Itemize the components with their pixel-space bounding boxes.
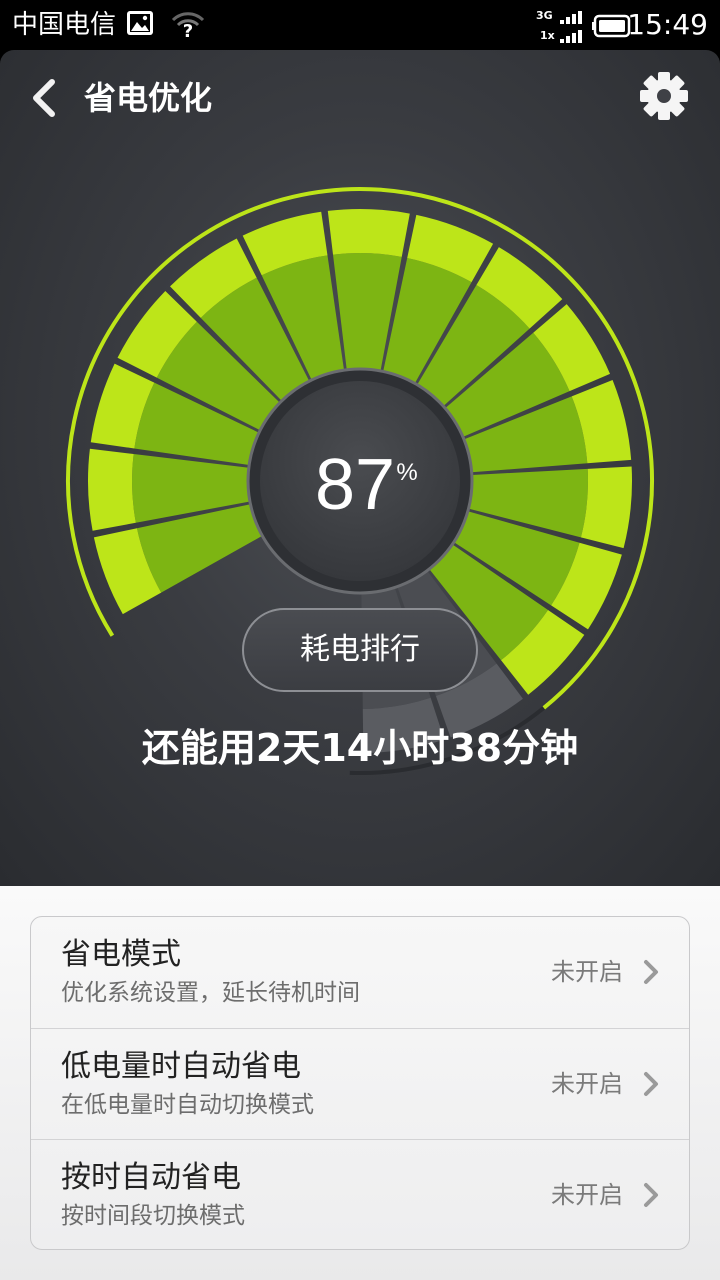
svg-text:?: ? [183,21,193,38]
setting-title: 低电量时自动省电 [61,1049,301,1084]
setting-row-low-battery-auto-save[interactable]: 低电量时自动省电 在低电量时自动切换模式 未开启 [31,1028,689,1140]
battery-percent-unit: % [396,459,417,486]
battery-panel: 省电优化 87 % 耗电排行 还能用2天14小时38分钟 [0,50,720,886]
remaining-time: 还能用2天14小时38分钟 [141,726,579,770]
setting-subtitle: 优化系统设置，延长待机时间 [61,980,360,1006]
setting-row-scheduled-auto-save[interactable]: 按时自动省电 按时间段切换模式 未开启 [31,1139,689,1249]
setting-status: 未开启 [551,1070,623,1098]
status-bar: 中国电信 ? 3G 1x 15:49 [0,0,720,50]
settings-list: 省电模式 优化系统设置，延长待机时间 未开启 低电量时自动省电 在低电量时自动切… [30,916,690,1250]
setting-subtitle: 在低电量时自动切换模式 [61,1092,314,1118]
chevron-right-icon [644,1072,658,1096]
setting-title: 省电模式 [61,937,181,972]
chevron-right-icon [644,960,658,984]
gauge-segment-outer-active [327,208,410,257]
setting-row-power-saving-mode[interactable]: 省电模式 优化系统设置，延长待机时间 未开启 [31,917,689,1028]
chevron-right-icon [644,1183,658,1207]
settings-area: 省电模式 优化系统设置，延长待机时间 未开启 低电量时自动省电 在低电量时自动切… [0,886,720,1280]
carrier-label: 中国电信 [12,10,117,40]
gauge-segment-outer-active [88,448,136,531]
network-3g-label: 3G [536,9,553,22]
setting-subtitle: 按时间段切换模式 [61,1203,245,1229]
setting-title: 按时自动省电 [61,1160,241,1195]
setting-status: 未开启 [551,958,623,986]
setting-status: 未开启 [551,1181,623,1209]
power-ranking-button[interactable]: 耗电排行 [242,608,478,692]
gauge-segment-outer-active [580,466,632,549]
battery-percent-value: 87 [315,445,395,525]
wifi-unknown-icon: ? [171,12,205,38]
signal-icon [560,11,582,43]
clock: 15:49 [627,8,708,41]
network-1x-label: 1x [540,29,555,42]
battery-icon [592,14,631,38]
image-icon [127,11,153,35]
